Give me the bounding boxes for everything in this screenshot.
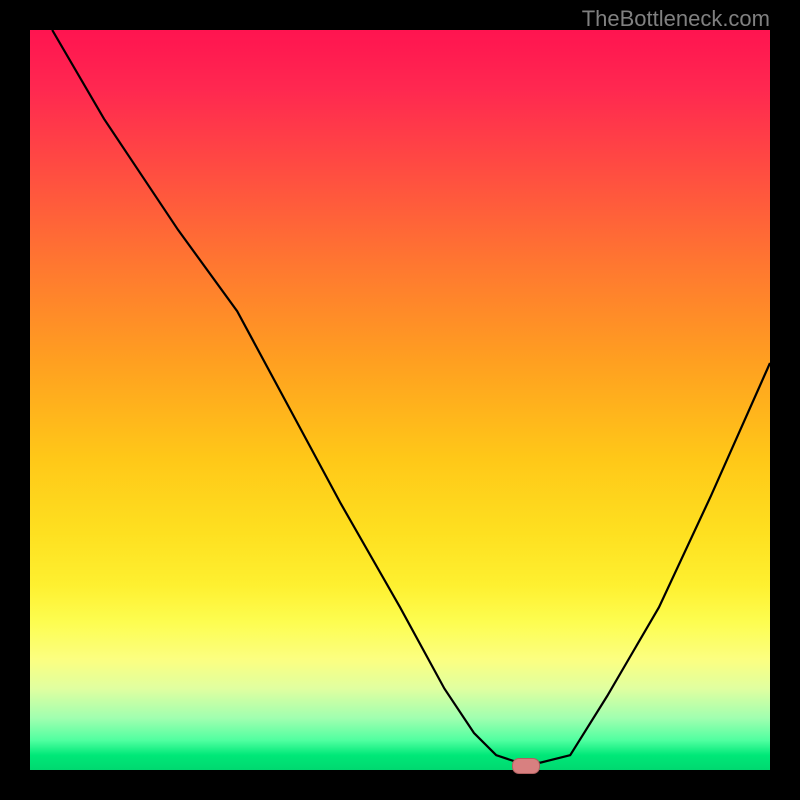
chart-container: TheBottleneck.com bbox=[0, 0, 800, 800]
watermark-text: TheBottleneck.com bbox=[582, 6, 770, 32]
bottleneck-curve bbox=[30, 30, 770, 770]
optimal-marker bbox=[512, 758, 540, 774]
plot-area bbox=[30, 30, 770, 770]
